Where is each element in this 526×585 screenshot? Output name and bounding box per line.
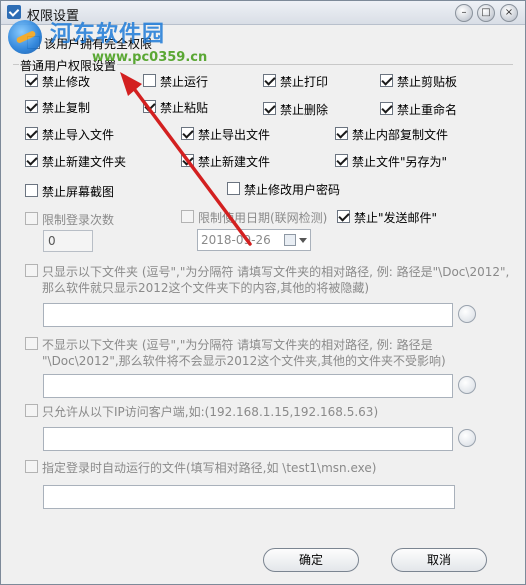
window-title: 权限设置 (27, 9, 80, 24)
checkbox[interactable] (181, 210, 194, 223)
perm-label: 禁止重命名 (397, 103, 458, 117)
checkbox[interactable] (25, 154, 38, 167)
minimize-button[interactable]: – (455, 4, 473, 22)
checkbox[interactable] (337, 210, 350, 223)
chevron-down-icon (299, 238, 307, 243)
perm-label: 禁止新建文件夹 (42, 155, 127, 169)
checkbox[interactable] (263, 74, 276, 87)
perm-label: 禁止导出文件 (198, 128, 271, 142)
perm-label: 禁止修改用户密码 (244, 183, 341, 197)
checkbox[interactable] (380, 74, 393, 87)
date-limit-label: 限制使用日期(联网检测) (198, 211, 328, 225)
perm-label: 禁止运行 (160, 75, 209, 89)
cancel-button[interactable]: 取消 (391, 548, 487, 572)
perm-label: 禁止复制 (42, 101, 91, 115)
perm-label: 禁止屏幕截图 (42, 185, 115, 199)
perm-label: 禁止打印 (280, 75, 329, 89)
hide-folders-input[interactable] (43, 374, 453, 398)
checkbox[interactable] (181, 127, 194, 140)
login-limit-input[interactable]: 0 (43, 230, 93, 252)
perm-label: 禁止粘贴 (160, 101, 209, 115)
hide-folders-label-line2: "\Doc\2012",那么软件将不会显示2012这个文件夹,其他的文件夹不受影… (42, 354, 446, 368)
group-label: 普通用户权限设置 (19, 57, 118, 74)
hide-folders-label-line1: 不显示以下文件夹 (逗号","为分隔符 请填写文件夹的相对路径, 例: 路径是 (42, 338, 433, 352)
no-email-label: 禁止"发送邮件" (354, 211, 438, 225)
perm-label: 禁止内部复制文件 (352, 128, 449, 142)
full-permission-checkbox[interactable] (27, 36, 40, 49)
date-value: 2018-09-26 (201, 233, 271, 247)
app-shield-icon (7, 5, 21, 19)
date-picker[interactable]: 2018-09-26 (197, 229, 311, 251)
perm-label: 禁止导入文件 (42, 128, 115, 142)
autorun-label: 指定登录时自动运行的文件(填写相对路径,如 \test1\msn.exe) (42, 461, 377, 475)
browse-hide-folders-button[interactable] (458, 376, 476, 394)
checkbox[interactable] (25, 74, 38, 87)
show-folders-label-line1: 只显示以下文件夹 (逗号","为分隔符 请填写文件夹的相对路径, 例: 路径是"… (42, 265, 510, 279)
perm-label: 禁止剪贴板 (397, 75, 458, 89)
checkbox[interactable] (25, 264, 38, 277)
autorun-input[interactable] (43, 485, 455, 509)
checkbox[interactable] (25, 337, 38, 350)
show-folders-input[interactable] (43, 303, 453, 327)
checkbox[interactable] (263, 102, 276, 115)
perm-label: 禁止新建文件 (198, 155, 271, 169)
checkbox[interactable] (335, 127, 348, 140)
perm-label: 禁止文件"另存为" (352, 155, 448, 169)
perm-label: 禁止修改 (42, 75, 91, 89)
checkbox[interactable] (25, 212, 38, 225)
calendar-icon (284, 234, 296, 246)
checkbox[interactable] (25, 404, 38, 417)
checkbox[interactable] (380, 102, 393, 115)
ip-allow-label: 只允许从以下IP访问客户端,如:(192.168.1.15,192.168.5.… (42, 405, 379, 419)
checkbox[interactable] (25, 100, 38, 113)
show-folders-label-line2: 那么软件就只显示2012这个文件夹下的内容,其他的将被隐藏) (42, 281, 370, 295)
checkbox[interactable] (25, 460, 38, 473)
checkbox[interactable] (181, 154, 194, 167)
checkbox[interactable] (335, 154, 348, 167)
checkbox[interactable] (143, 100, 156, 113)
ip-allow-input[interactable] (43, 427, 453, 451)
close-button[interactable]: × (500, 4, 518, 22)
ok-button[interactable]: 确定 (263, 548, 359, 572)
permission-settings-window: 权限设置 – □ × 该用户拥有完全权限 普通用户权限设置 禁止修改 禁止运行 … (0, 0, 526, 585)
full-permission-label: 该用户拥有完全权限 (44, 37, 153, 51)
title-bar: 权限设置 – □ × (1, 1, 525, 25)
checkbox[interactable] (25, 184, 38, 197)
perm-label: 禁止删除 (280, 103, 329, 117)
checkbox[interactable] (143, 74, 156, 87)
checkbox[interactable] (25, 127, 38, 140)
login-limit-label: 限制登录次数 (42, 213, 115, 227)
maximize-button[interactable]: □ (477, 4, 495, 22)
browse-show-folders-button[interactable] (458, 305, 476, 323)
checkbox[interactable] (227, 182, 240, 195)
ip-allow-action-button[interactable] (458, 429, 476, 447)
